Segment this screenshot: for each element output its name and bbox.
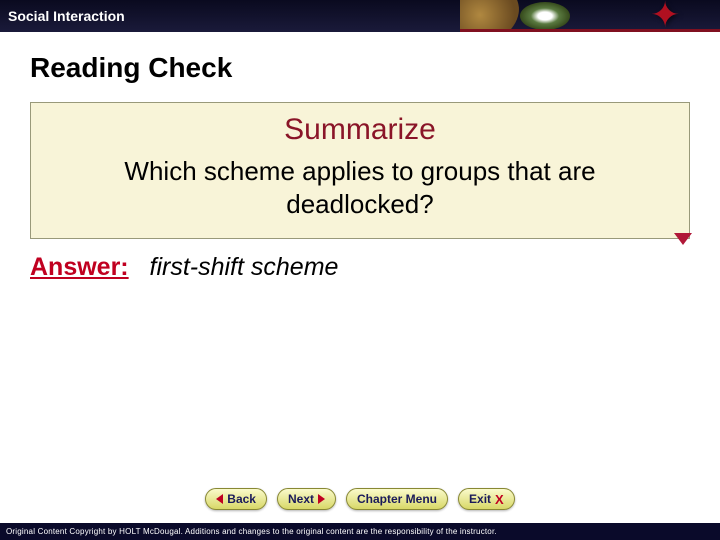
back-button[interactable]: Back xyxy=(205,488,267,510)
exit-button[interactable]: Exit X xyxy=(458,488,515,510)
summarize-question: Which scheme applies to groups that are … xyxy=(51,155,669,220)
decor-star-icon: ✦ xyxy=(650,0,690,32)
footer-copyright: Original Content Copyright by HOLT McDou… xyxy=(0,523,720,540)
chapter-title: Social Interaction xyxy=(0,8,125,24)
summarize-heading: Summarize xyxy=(51,113,669,147)
close-icon: X xyxy=(495,492,504,507)
header-decoration: ✦ xyxy=(460,0,720,32)
answer-text: Answer: first-shift scheme xyxy=(30,251,690,284)
chevron-right-icon xyxy=(318,494,325,504)
decor-underline xyxy=(460,29,720,32)
back-label: Back xyxy=(227,492,256,506)
nav-bar: Back Next Chapter Menu Exit X xyxy=(0,488,720,510)
exit-label: Exit xyxy=(469,492,491,506)
summarize-box: Summarize Which scheme applies to groups… xyxy=(30,102,690,239)
chapter-menu-label: Chapter Menu xyxy=(357,492,437,506)
header-bar: Social Interaction ✦ xyxy=(0,0,720,32)
decor-eye xyxy=(520,2,570,30)
reveal-marker-icon[interactable] xyxy=(674,233,692,245)
next-label: Next xyxy=(288,492,314,506)
next-button[interactable]: Next xyxy=(277,488,336,510)
chapter-menu-button[interactable]: Chapter Menu xyxy=(346,488,448,510)
answer-value: first-shift scheme xyxy=(150,253,339,281)
slide-content: Reading Check Summarize Which scheme app… xyxy=(0,32,720,284)
answer-label: Answer: xyxy=(30,253,129,281)
chevron-left-icon xyxy=(216,494,223,504)
answer-row: Answer: first-shift scheme xyxy=(30,251,690,284)
section-title: Reading Check xyxy=(30,52,690,84)
decor-swoosh xyxy=(460,0,528,32)
